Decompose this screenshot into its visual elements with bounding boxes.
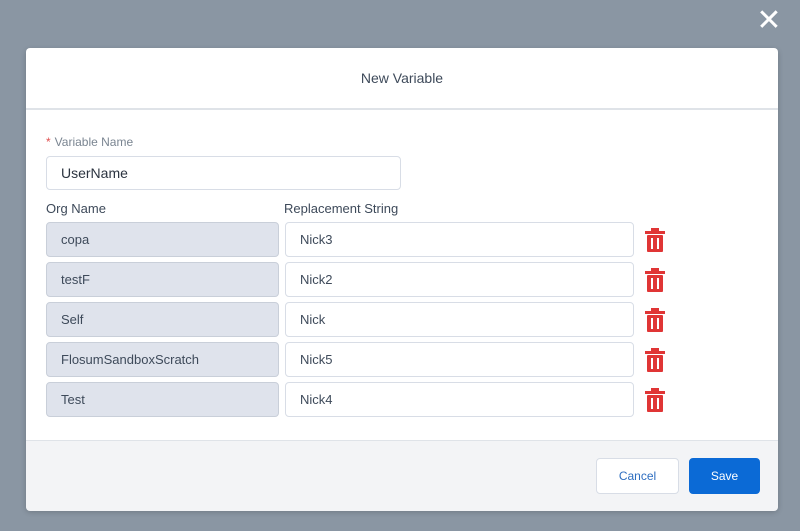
modal-footer: Cancel Save: [26, 440, 778, 511]
mapping-row: testF Nick2: [46, 262, 686, 302]
modal-title: New Variable: [360, 70, 444, 86]
variable-name-label-text: Variable Name: [54, 135, 134, 149]
replacement-string-input[interactable]: Nick3: [285, 222, 634, 257]
mapping-row: copa Nick3: [46, 222, 686, 262]
trash-icon[interactable]: [643, 267, 667, 293]
replacement-string-input[interactable]: Nick2: [285, 262, 634, 297]
modal-header: New Variable: [26, 48, 778, 110]
replacement-string-header: Replacement String: [284, 201, 399, 216]
variable-name-input[interactable]: UserName: [46, 156, 401, 190]
org-name-field: FlosumSandboxScratch: [46, 342, 279, 377]
trash-icon[interactable]: [643, 347, 667, 373]
new-variable-modal: New Variable * Variable Name UserName Org…: [26, 48, 778, 511]
org-name-field: Self: [46, 302, 279, 337]
trash-icon[interactable]: [643, 387, 667, 413]
mapping-row: FlosumSandboxScratch Nick5: [46, 342, 686, 382]
mapping-row: Self Nick: [46, 302, 686, 342]
save-button[interactable]: Save: [689, 458, 760, 494]
modal-body: * Variable Name UserName Org Name Replace…: [26, 110, 778, 438]
replacement-string-input[interactable]: Nick: [285, 302, 634, 337]
trash-icon[interactable]: [643, 307, 667, 333]
close-icon[interactable]: ✕: [756, 6, 782, 36]
org-name-header: Org Name: [46, 201, 106, 216]
variable-name-label: * Variable Name: [46, 135, 133, 149]
replacement-string-input[interactable]: Nick5: [285, 342, 634, 377]
cancel-button[interactable]: Cancel: [596, 458, 679, 494]
trash-icon[interactable]: [643, 227, 667, 253]
required-marker: *: [46, 135, 51, 149]
org-name-field: copa: [46, 222, 279, 257]
mapping-rows: copa Nick3 testF Nick2 Self Nick FlosumS…: [46, 222, 686, 422]
mapping-row: Test Nick4: [46, 382, 686, 422]
org-name-field: testF: [46, 262, 279, 297]
replacement-string-input[interactable]: Nick4: [285, 382, 634, 417]
org-name-field: Test: [46, 382, 279, 417]
